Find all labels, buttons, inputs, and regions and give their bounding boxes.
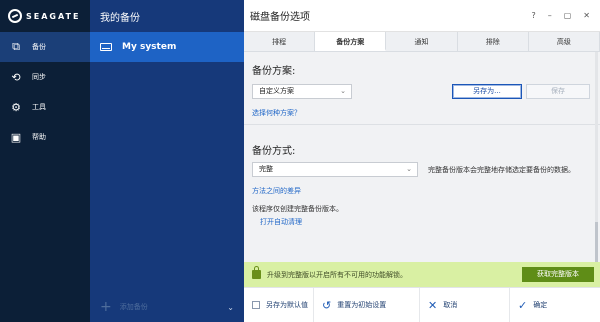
section-divider: [244, 124, 600, 125]
add-backup-label: 添加备份: [119, 303, 148, 311]
save-as-default-option[interactable]: 另存为默认值: [244, 288, 314, 322]
book-icon: ▣: [10, 130, 22, 144]
chevron-down-icon: ⌄: [406, 165, 412, 173]
scrollbar-thumb[interactable]: [595, 222, 598, 262]
add-backup-button[interactable]: + 添加备份 ⌄: [90, 292, 244, 322]
ok-button[interactable]: ✓ 确定: [510, 288, 600, 322]
backup-item-label: My system: [122, 42, 177, 52]
brand-name: SEAGATE: [26, 11, 81, 21]
tab-schedule[interactable]: 排程: [244, 32, 316, 51]
method-differences-link[interactable]: 方法之间的差异: [252, 186, 301, 196]
save-as-default-label: 另存为默认值: [266, 301, 308, 309]
backup-options-window: 磁盘备份选项 ? – ▢ ✕ 排程 备份方案 通知 排除 高级 备份方案: 自定…: [244, 0, 600, 322]
auto-clean-link[interactable]: 打开自动清理: [260, 217, 302, 227]
copy-icon: ⧉: [12, 40, 20, 53]
chevron-down-icon[interactable]: ⌄: [227, 303, 234, 312]
nav-item-label: 帮助: [32, 133, 46, 141]
upgrade-text: 升级到完整版以开启所有不可用的功能解锁。: [267, 270, 407, 279]
maximize-icon[interactable]: ▢: [564, 11, 572, 20]
plus-icon: +: [100, 299, 112, 315]
scrollbar[interactable]: [595, 52, 598, 262]
nav-item-help[interactable]: ▣ 帮助: [0, 122, 90, 152]
disk-icon: [100, 43, 112, 51]
nav-item-backup[interactable]: ⧉ 备份: [0, 32, 90, 62]
scheme-heading: 备份方案:: [252, 66, 296, 77]
window-controls: ? – ▢ ✕: [531, 11, 600, 20]
save-as-button[interactable]: 另存为...: [452, 84, 522, 99]
checkmark-icon: ✓: [518, 298, 528, 312]
method-select[interactable]: 完整 ⌄: [252, 162, 418, 177]
ok-label: 确定: [533, 301, 548, 309]
method-select-value: 完整: [259, 165, 273, 173]
scheme-select-value: 自定义方案: [259, 87, 294, 95]
tab-advanced[interactable]: 高级: [529, 32, 600, 51]
nav-item-label: 工具: [32, 103, 46, 111]
reset-label: 重置为初始设置: [337, 301, 387, 309]
scheme-settings-panel: 备份方案: 自定义方案 ⌄ 另存为... 保存 选择何种方案？ 备份方式: 完整…: [244, 52, 600, 262]
backup-item-my-system[interactable]: My system: [90, 32, 244, 62]
cancel-button[interactable]: ✕ 取消: [420, 288, 510, 322]
choose-scheme-link[interactable]: 选择何种方案？: [252, 108, 301, 118]
chevron-down-icon: ⌄: [340, 87, 346, 95]
checkbox-icon[interactable]: [252, 301, 260, 309]
window-title: 磁盘备份选项: [250, 12, 310, 23]
cancel-label: 取消: [443, 301, 458, 309]
backup-list-panel: 我的备份 My system + 添加备份 ⌄: [90, 0, 244, 322]
method-heading: 备份方式:: [252, 146, 296, 157]
seagate-logo: SEAGATE: [0, 0, 90, 32]
method-description: 完整备份版本会完整地存储选定要备份的数据。: [428, 166, 575, 174]
sync-icon: ⟲: [11, 70, 21, 84]
save-button[interactable]: 保存: [526, 84, 590, 99]
seagate-logo-icon: [8, 9, 22, 23]
tab-exclusions[interactable]: 排除: [458, 32, 529, 51]
close-icon: ✕: [428, 298, 438, 312]
nav-item-label: 同步: [32, 73, 46, 81]
nav-item-sync[interactable]: ⟲ 同步: [0, 62, 90, 92]
help-icon[interactable]: ?: [531, 11, 535, 20]
tab-notifications[interactable]: 通知: [386, 32, 458, 51]
options-tabs: 排程 备份方案 通知 排除 高级: [244, 32, 600, 52]
get-full-version-button[interactable]: 获取完整版本: [522, 267, 594, 282]
reset-button[interactable]: ↺ 重置为初始设置: [314, 288, 420, 322]
nav-item-label: 备份: [32, 43, 46, 51]
tab-backup-scheme[interactable]: 备份方案: [315, 32, 387, 51]
backup-list-title: 我的备份: [100, 12, 140, 24]
tools-icon: ⚙: [11, 100, 21, 114]
full-backup-note: 该程序仅创建完整备份版本。: [252, 205, 343, 213]
close-icon[interactable]: ✕: [583, 11, 590, 20]
scheme-select[interactable]: 自定义方案 ⌄: [252, 84, 352, 99]
dialog-footer: 另存为默认值 ↺ 重置为初始设置 ✕ 取消 ✓ 确定: [244, 287, 600, 322]
window-title-bar: 磁盘备份选项 ? – ▢ ✕: [244, 0, 600, 32]
nav-item-tools[interactable]: ⚙ 工具: [0, 92, 90, 122]
main-navigation: SEAGATE ⧉ 备份 ⟲ 同步 ⚙ 工具 ▣ 帮助: [0, 0, 90, 322]
reset-icon: ↺: [322, 298, 332, 312]
upgrade-banner: 升级到完整版以开启所有不可用的功能解锁。 获取完整版本: [244, 262, 600, 287]
minimize-icon[interactable]: –: [548, 11, 552, 20]
lock-icon: [252, 266, 261, 279]
